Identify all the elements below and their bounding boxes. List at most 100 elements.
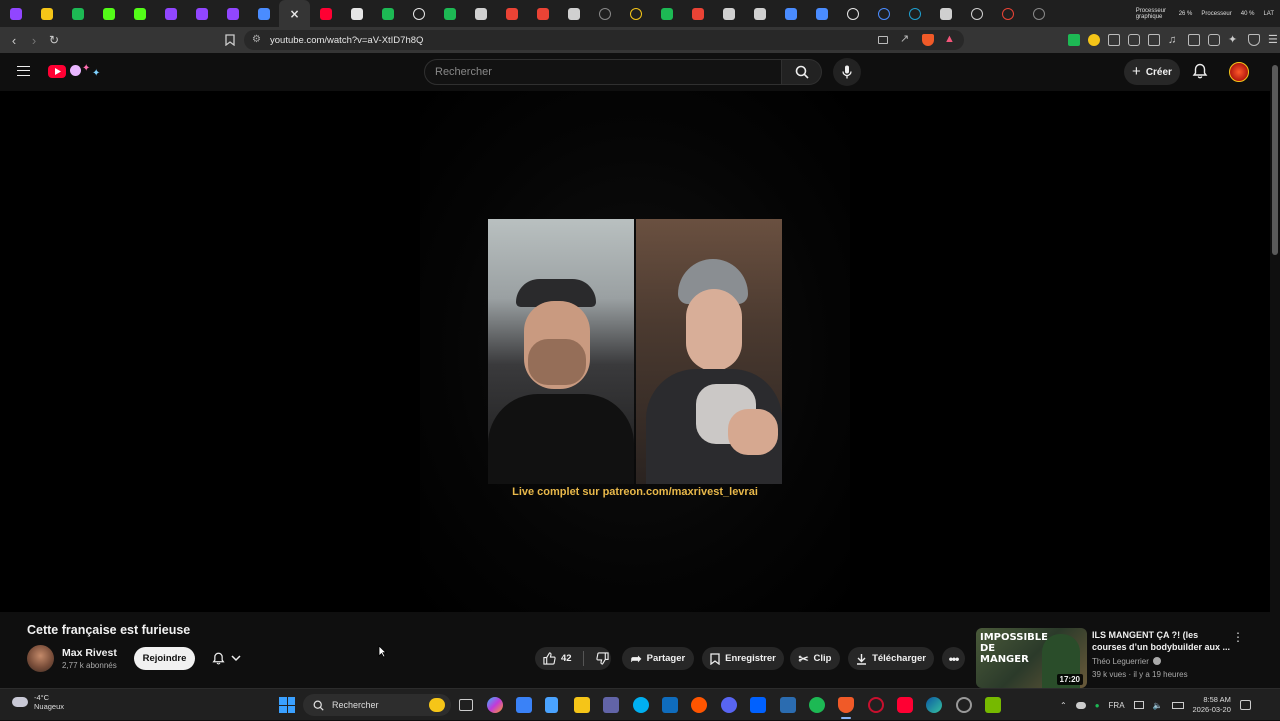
volume-icon[interactable]: 🔈 bbox=[1153, 701, 1163, 710]
more-vertical-icon[interactable]: ⋮ bbox=[1232, 630, 1244, 644]
skype-icon[interactable] bbox=[633, 697, 649, 713]
notifications-button[interactable] bbox=[1192, 63, 1210, 81]
dropbox-icon[interactable] bbox=[750, 697, 766, 713]
page-scrollbar[interactable] bbox=[1270, 53, 1280, 688]
language-indicator[interactable]: FRA bbox=[1109, 701, 1125, 710]
music-icon[interactable]: ♫ bbox=[1168, 34, 1180, 46]
microphone-icon[interactable]: ● bbox=[1095, 701, 1100, 710]
menu-icon[interactable]: ☰ bbox=[1268, 34, 1280, 46]
weather-widget[interactable]: -4°C Nuageux bbox=[12, 693, 64, 711]
browser-tab[interactable] bbox=[775, 0, 806, 27]
browser-tab[interactable] bbox=[682, 0, 713, 27]
search-button[interactable] bbox=[782, 59, 822, 85]
chrome-icon[interactable] bbox=[956, 697, 972, 713]
browser-tab[interactable] bbox=[403, 0, 434, 27]
browser-tab[interactable] bbox=[558, 0, 589, 27]
chevron-up-icon[interactable]: ⌃ bbox=[1060, 701, 1067, 710]
leo-icon[interactable]: ✦ bbox=[1228, 34, 1240, 46]
url-text[interactable]: youtube.com/watch?v=aV-XtID7h8Q bbox=[270, 35, 423, 46]
soundcloud-icon[interactable] bbox=[691, 697, 707, 713]
youtube-app-icon[interactable] bbox=[897, 697, 913, 713]
edge-icon[interactable] bbox=[926, 697, 942, 713]
cloud-sync-icon[interactable] bbox=[1075, 701, 1086, 709]
wallet-icon[interactable] bbox=[1208, 34, 1220, 46]
copilot-icon[interactable] bbox=[487, 697, 503, 713]
back-icon[interactable]: ‹ bbox=[4, 30, 24, 50]
hamburger-menu-icon[interactable] bbox=[17, 66, 30, 76]
browser-tab[interactable] bbox=[217, 0, 248, 27]
brave-rewards-icon[interactable]: ▲ bbox=[944, 33, 955, 45]
create-button[interactable]: + Créer bbox=[1124, 59, 1180, 85]
browser-tab[interactable] bbox=[434, 0, 465, 27]
discord-icon[interactable] bbox=[721, 697, 737, 713]
share-button[interactable]: ➦ Partager bbox=[622, 647, 694, 670]
browser-tab[interactable] bbox=[341, 0, 372, 27]
browser-tab[interactable] bbox=[31, 0, 62, 27]
dislike-button[interactable] bbox=[595, 652, 609, 665]
notification-icon[interactable] bbox=[1239, 700, 1251, 710]
extension-icon[interactable] bbox=[1108, 34, 1120, 46]
task-view-icon[interactable] bbox=[459, 699, 473, 711]
clip-button[interactable]: ✂ Clip bbox=[790, 647, 840, 670]
brave-shield-icon[interactable] bbox=[922, 34, 934, 46]
join-button[interactable]: Rejoindre bbox=[134, 647, 195, 670]
extension-icon[interactable] bbox=[1148, 34, 1160, 46]
opera-icon[interactable] bbox=[868, 697, 884, 713]
browser-tab[interactable] bbox=[713, 0, 744, 27]
display-icon[interactable] bbox=[1133, 701, 1144, 709]
cast-icon[interactable] bbox=[878, 36, 888, 44]
browser-tab[interactable] bbox=[248, 0, 279, 27]
spotify-icon[interactable] bbox=[809, 697, 825, 713]
browser-tab[interactable] bbox=[465, 0, 496, 27]
account-avatar[interactable] bbox=[1229, 62, 1249, 82]
browser-tab[interactable] bbox=[310, 0, 341, 27]
address-bar[interactable]: ⚙ youtube.com/watch?v=aV-XtID7h8Q ↗ ▲ bbox=[244, 30, 964, 50]
browser-tab[interactable] bbox=[899, 0, 930, 27]
outlook-icon[interactable] bbox=[662, 697, 678, 713]
subscription-notifications-button[interactable] bbox=[203, 647, 249, 670]
browser-tab[interactable] bbox=[527, 0, 558, 27]
reload-icon[interactable]: ↻ bbox=[44, 30, 64, 50]
search-input[interactable]: Rechercher bbox=[424, 59, 782, 85]
nvidia-icon[interactable] bbox=[985, 697, 1001, 713]
browser-tab[interactable] bbox=[961, 0, 992, 27]
recommendation-thumbnail[interactable]: IMPOSSIBLE DE MANGER 17:20 bbox=[976, 628, 1087, 688]
vpn-shield-icon[interactable] bbox=[1248, 34, 1260, 46]
browser-tab[interactable] bbox=[93, 0, 124, 27]
browser-tab[interactable] bbox=[806, 0, 837, 27]
browser-tab[interactable] bbox=[0, 0, 31, 27]
browser-tab[interactable] bbox=[155, 0, 186, 27]
clock[interactable]: 8:58 AM 2026-03-20 bbox=[1193, 695, 1231, 715]
sidebar-icon[interactable] bbox=[1188, 34, 1200, 46]
browser-tab[interactable] bbox=[744, 0, 775, 27]
site-info-icon[interactable]: ⚙ bbox=[252, 34, 261, 45]
browser-tab[interactable] bbox=[930, 0, 961, 27]
browser-tab[interactable] bbox=[186, 0, 217, 27]
bookmark-app-icon[interactable] bbox=[780, 697, 796, 713]
video-player[interactable]: Live complet sur patreon.com/maxrivest_l… bbox=[0, 91, 1270, 612]
puzzle-icon[interactable] bbox=[1128, 34, 1140, 46]
browser-tab[interactable] bbox=[496, 0, 527, 27]
battery-icon[interactable] bbox=[1171, 701, 1184, 709]
notepad-icon[interactable] bbox=[545, 697, 558, 713]
browser-tab[interactable] bbox=[837, 0, 868, 27]
download-button[interactable]: Télécharger bbox=[848, 647, 934, 670]
browser-tab[interactable] bbox=[620, 0, 651, 27]
recommendation-title[interactable]: ILS MANGENT ÇA ?! (les courses d’un body… bbox=[1092, 629, 1232, 653]
browser-tab[interactable] bbox=[589, 0, 620, 27]
browser-tab[interactable]: × bbox=[279, 0, 310, 27]
extension-icon[interactable] bbox=[1088, 34, 1100, 46]
browser-tab[interactable] bbox=[1023, 0, 1054, 27]
voice-search-button[interactable] bbox=[833, 58, 861, 86]
save-button[interactable]: Enregistrer bbox=[702, 647, 784, 670]
brave-icon[interactable] bbox=[838, 697, 854, 713]
extension-icon[interactable] bbox=[1068, 34, 1080, 46]
taskbar-search[interactable]: Rechercher bbox=[303, 694, 451, 716]
channel-avatar[interactable] bbox=[27, 645, 54, 672]
browser-tab[interactable] bbox=[651, 0, 682, 27]
forward-icon[interactable]: › bbox=[24, 30, 44, 50]
file-explorer-icon[interactable] bbox=[574, 697, 590, 713]
share-icon[interactable]: ↗ bbox=[900, 32, 909, 45]
channel-name[interactable]: Max Rivest bbox=[62, 647, 117, 659]
scrollbar-thumb[interactable] bbox=[1272, 65, 1278, 255]
